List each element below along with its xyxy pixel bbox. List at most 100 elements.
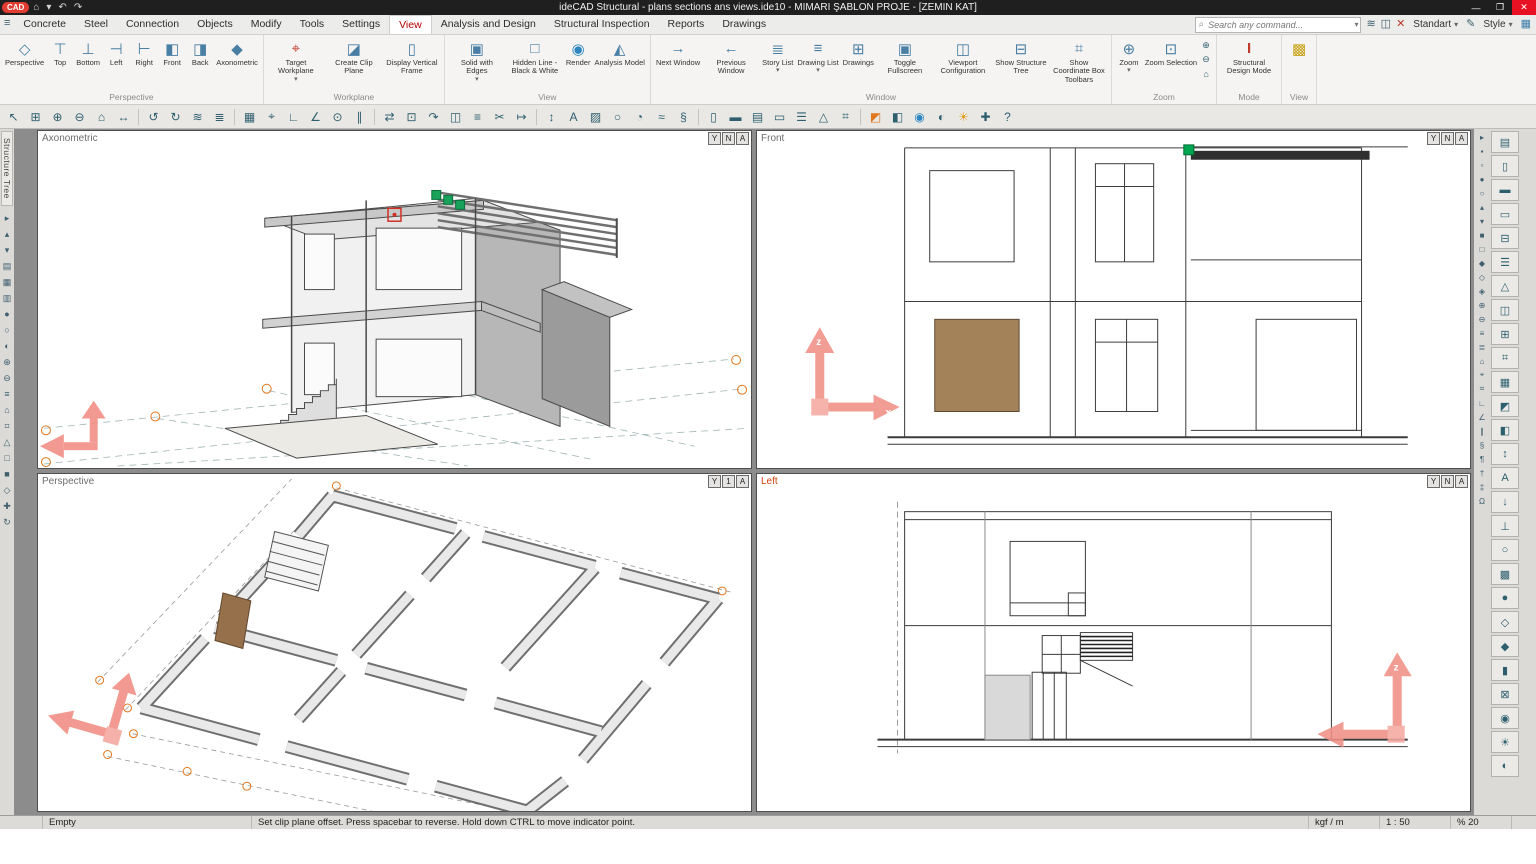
door-tool-icon[interactable]: ◫ [1491, 299, 1519, 321]
copy-icon[interactable]: ⊡ [401, 107, 422, 126]
structure-tree-tab[interactable]: Structure Tree [1, 131, 13, 206]
zoom-out-icon[interactable]: ⊖ [69, 107, 90, 126]
show-coordinate-box-toolbars-button[interactable]: ⌗Show Coordinate Box Toolbars [1050, 36, 1108, 84]
circle-icon[interactable]: ○ [607, 107, 628, 126]
down-icon[interactable]: ▾ [1476, 215, 1489, 227]
perspective-button[interactable]: ◇Perspective [3, 36, 46, 67]
target-icon[interactable]: ⌖ [1476, 369, 1489, 381]
drawings-button[interactable]: ⊞Drawings [841, 36, 876, 67]
style-manager-icon[interactable]: ▦ [1521, 19, 1531, 30]
select-icon[interactable]: ↖ [3, 107, 24, 126]
viewport-control-n[interactable]: N [1441, 475, 1454, 488]
redo-icon[interactable]: ↷ [74, 3, 82, 13]
unit-display[interactable]: kgf / m [1309, 816, 1380, 829]
polar-icon[interactable]: ∠ [305, 107, 326, 126]
section-tool-icon[interactable]: ◩ [1491, 395, 1519, 417]
opening-tool-icon[interactable]: ⊠ [1491, 683, 1519, 705]
undo-icon[interactable]: ↶ [58, 3, 66, 13]
mesh-tool-icon[interactable]: ▩ [1491, 563, 1519, 585]
node-tool-icon[interactable]: ● [1491, 587, 1519, 609]
pier-tool-icon[interactable]: ▮ [1491, 659, 1519, 681]
drawing-list-button[interactable]: ≡Drawing List▾ [795, 36, 840, 74]
extend-icon[interactable]: ↦ [511, 107, 532, 126]
story-list-button[interactable]: ≣Story List▾ [760, 36, 795, 74]
guide-icon[interactable]: ∥ [349, 107, 370, 126]
move-icon[interactable]: ⇄ [379, 107, 400, 126]
parallel-icon[interactable]: ∥ [1476, 425, 1489, 437]
back-button[interactable]: ◨Back [186, 36, 214, 67]
hinge-tool-icon[interactable]: ○ [1491, 539, 1519, 561]
up-icon[interactable]: ▴ [1476, 201, 1489, 213]
slab-tool-icon[interactable]: ▭ [1491, 203, 1519, 225]
solid-with-edges-button[interactable]: ▣Solid with Edges▾ [448, 36, 506, 83]
hash-icon[interactable]: ⌗ [1476, 383, 1489, 395]
zoom-extents-mini-icon[interactable]: ⌂ [1199, 67, 1213, 80]
zoom-window-icon[interactable]: ⊞ [25, 107, 46, 126]
snap-icon[interactable]: ⌖ [261, 107, 282, 126]
axis-icon[interactable]: ⌗ [835, 107, 856, 126]
shell-tool-icon[interactable]: ◆ [1491, 635, 1519, 657]
quick-access-dropdown-icon[interactable]: ▾ [46, 3, 51, 13]
offset-icon[interactable]: ≡ [467, 107, 488, 126]
viewport-control-a[interactable]: A [736, 475, 749, 488]
section-icon[interactable]: ◩ [865, 107, 886, 126]
diamond-icon[interactable]: ◆ [1476, 257, 1489, 269]
menu-tab-steel[interactable]: Steel [75, 15, 117, 34]
hatch-icon[interactable]: ▨ [585, 107, 606, 126]
layers-icon[interactable]: ≣ [209, 107, 230, 126]
dimension-icon[interactable]: ↕ [541, 107, 562, 126]
zoom-extents-icon[interactable]: ⌂ [91, 107, 112, 126]
previous-view-icon[interactable]: ↺ [143, 107, 164, 126]
toggle-fullscreen-button[interactable]: ▣Toggle Fullscreen [876, 36, 934, 76]
arc-icon[interactable]: ◔ [629, 107, 650, 126]
viewport-axonometric[interactable]: Axonometric YNA [37, 130, 752, 469]
minus-icon[interactable]: ⊖ [1476, 313, 1489, 325]
solid-small-icon[interactable]: ■ [1476, 229, 1489, 241]
left-button[interactable]: ⊣Left [102, 36, 130, 67]
zoom-out-mini-icon[interactable]: ⊖ [1199, 53, 1213, 66]
viewport-configuration-button[interactable]: ◫Viewport Configuration [934, 36, 992, 76]
stair-tool-icon[interactable]: ☰ [1491, 251, 1519, 273]
dimension-tool-icon[interactable]: ↕ [1491, 443, 1519, 465]
tree-filter-icon[interactable]: ▸ [5, 214, 10, 223]
settings-icon[interactable]: ✚ [975, 107, 996, 126]
render-preview-icon[interactable]: ◐ [931, 107, 952, 126]
section-mark-icon[interactable]: § [1476, 439, 1489, 451]
refresh-icon[interactable]: ↻ [3, 518, 11, 527]
show-all-icon[interactable]: ▦ [3, 278, 12, 287]
style-brush-icon[interactable]: ✎ [1466, 19, 1475, 30]
select-story-icon[interactable]: ▤ [3, 262, 12, 271]
omega-icon[interactable]: Ω [1476, 495, 1489, 507]
new-item-icon[interactable]: ✚ [3, 502, 11, 511]
elevation-tool-icon[interactable]: ◧ [1491, 419, 1519, 441]
light-tool-icon[interactable]: ☀ [1491, 731, 1519, 753]
viewport-left[interactable]: Left YNA [756, 473, 1471, 812]
zoom-in-mini-icon[interactable]: ⊕ [1199, 39, 1213, 52]
solid-icon[interactable]: ■ [4, 470, 9, 479]
slab-icon[interactable]: ▭ [769, 107, 790, 126]
rotate-icon[interactable]: ↷ [423, 107, 444, 126]
help-icon[interactable]: ? [997, 107, 1018, 126]
zoom-display[interactable]: % 20 [1451, 816, 1512, 829]
create-clip-plane-button[interactable]: ◪Create Clip Plane [325, 36, 383, 76]
viewport-control-a[interactable]: A [736, 132, 749, 145]
text-tool-icon[interactable]: A [1491, 467, 1519, 489]
diamond-empty-icon[interactable]: ◇ [1476, 271, 1489, 283]
grid-tool-icon[interactable]: ▦ [1491, 371, 1519, 393]
house-icon[interactable]: ⌂ [1476, 355, 1489, 367]
redraw-icon[interactable]: ≋ [187, 107, 208, 126]
search-dropdown-icon[interactable]: ▾ [1354, 20, 1358, 29]
home-icon[interactable]: ⌂ [33, 3, 39, 13]
show-structure-tree-button[interactable]: ⊟Show Structure Tree [992, 36, 1050, 76]
roof-tool2-icon[interactable]: △ [1491, 275, 1519, 297]
axonometric-button[interactable]: ◆Axonometric [214, 36, 260, 67]
maximize-button[interactable]: ❐ [1488, 0, 1512, 15]
menu-tab-drawings[interactable]: Drawings [713, 15, 775, 34]
layout-icon[interactable]: ◫ [1381, 19, 1391, 30]
right-button[interactable]: ⊢Right [130, 36, 158, 67]
next-view-icon[interactable]: ↻ [165, 107, 186, 126]
axis-tool-icon[interactable]: ⌗ [1491, 347, 1519, 369]
viewport-control-y[interactable]: Y [708, 475, 721, 488]
window-tool-icon[interactable]: ⊞ [1491, 323, 1519, 345]
item-button[interactable]: ▩ [1285, 36, 1313, 59]
